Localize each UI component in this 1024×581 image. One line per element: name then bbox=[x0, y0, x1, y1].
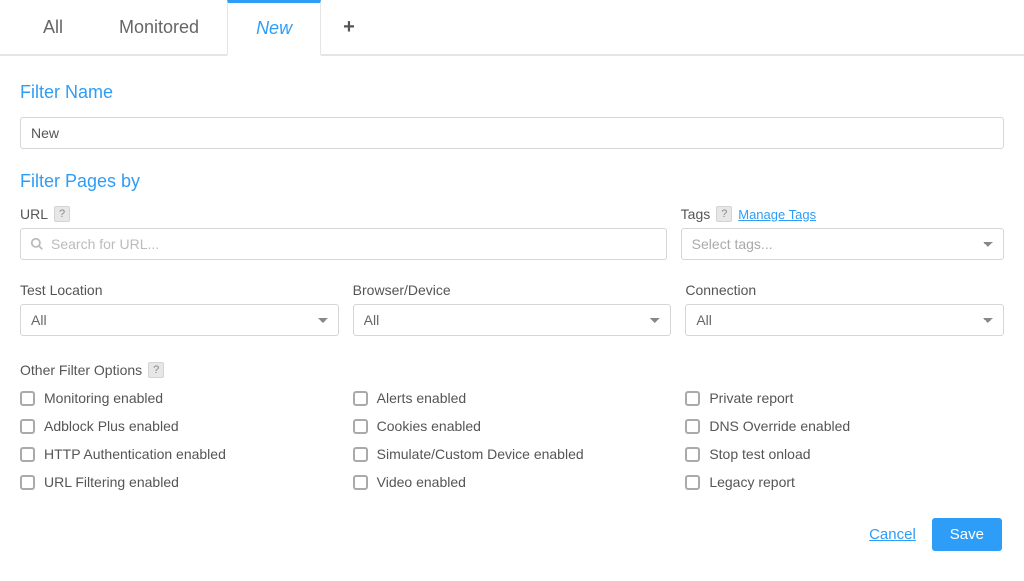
connection-label: Connection bbox=[685, 282, 756, 298]
location-label: Test Location bbox=[20, 282, 103, 298]
tab-add[interactable]: + bbox=[321, 0, 377, 56]
checkbox-icon bbox=[20, 447, 35, 462]
checkbox-icon bbox=[20, 475, 35, 490]
tab-new[interactable]: New bbox=[227, 0, 321, 56]
checkbox-icon bbox=[353, 475, 368, 490]
check-alerts-enabled[interactable]: Alerts enabled bbox=[353, 390, 672, 406]
checkbox-icon bbox=[353, 391, 368, 406]
check-monitoring-enabled[interactable]: Monitoring enabled bbox=[20, 390, 339, 406]
check-stop-onload[interactable]: Stop test onload bbox=[685, 446, 1004, 462]
manage-tags-link[interactable]: Manage Tags bbox=[738, 207, 816, 222]
checkbox-icon bbox=[353, 447, 368, 462]
tab-all[interactable]: All bbox=[15, 0, 91, 56]
check-url-filtering[interactable]: URL Filtering enabled bbox=[20, 474, 339, 490]
check-cookies-enabled[interactable]: Cookies enabled bbox=[353, 418, 672, 434]
browser-select[interactable]: All bbox=[353, 304, 672, 336]
connection-select[interactable]: All bbox=[685, 304, 1004, 336]
other-options-grid: Monitoring enabled Alerts enabled Privat… bbox=[20, 390, 1004, 490]
filter-name-input[interactable] bbox=[20, 117, 1004, 149]
check-private-report[interactable]: Private report bbox=[685, 390, 1004, 406]
section-filter-name: Filter Name bbox=[20, 82, 1004, 103]
check-http-auth[interactable]: HTTP Authentication enabled bbox=[20, 446, 339, 462]
browser-label: Browser/Device bbox=[353, 282, 451, 298]
tabs-bar: All Monitored New + bbox=[0, 0, 1024, 56]
tags-help-icon[interactable]: ? bbox=[716, 206, 732, 222]
other-options-label: Other Filter Options bbox=[20, 362, 142, 378]
url-search-input[interactable] bbox=[20, 228, 667, 260]
url-help-icon[interactable]: ? bbox=[54, 206, 70, 222]
location-select[interactable]: All bbox=[20, 304, 339, 336]
checkbox-icon bbox=[685, 475, 700, 490]
tab-monitored[interactable]: Monitored bbox=[91, 0, 227, 56]
check-adblock-enabled[interactable]: Adblock Plus enabled bbox=[20, 418, 339, 434]
cancel-button[interactable]: Cancel bbox=[869, 526, 916, 543]
checkbox-icon bbox=[685, 391, 700, 406]
section-filter-pages-by: Filter Pages by bbox=[20, 171, 1004, 192]
other-options-help-icon[interactable]: ? bbox=[148, 362, 164, 378]
checkbox-icon bbox=[685, 419, 700, 434]
check-video-enabled[interactable]: Video enabled bbox=[353, 474, 672, 490]
url-label: URL bbox=[20, 206, 48, 222]
tags-label: Tags bbox=[681, 206, 711, 222]
checkbox-icon bbox=[353, 419, 368, 434]
check-simulate-device[interactable]: Simulate/Custom Device enabled bbox=[353, 446, 672, 462]
check-legacy-report[interactable]: Legacy report bbox=[685, 474, 1004, 490]
tags-select[interactable]: Select tags... bbox=[681, 228, 1004, 260]
check-dns-override[interactable]: DNS Override enabled bbox=[685, 418, 1004, 434]
checkbox-icon bbox=[20, 391, 35, 406]
checkbox-icon bbox=[685, 447, 700, 462]
save-button[interactable]: Save bbox=[932, 518, 1002, 551]
checkbox-icon bbox=[20, 419, 35, 434]
